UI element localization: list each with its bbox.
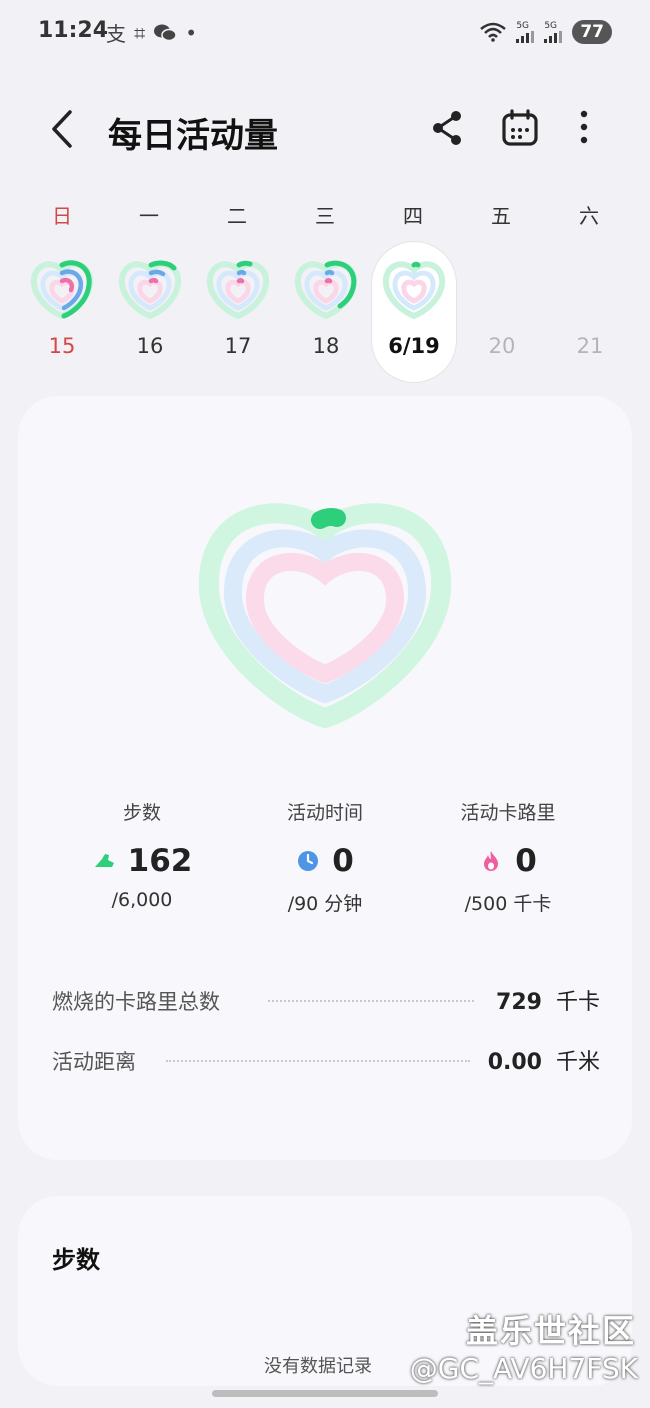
dot-icon: • — [185, 20, 198, 45]
scan-icon: ⌗ — [134, 20, 146, 45]
calendar-icon[interactable] — [500, 108, 540, 148]
activity-heart-icon — [382, 261, 446, 320]
activity-summary-card: 步数 162 /6,000 活动时间 0 /90 分钟 活动卡路里 0 /500… — [18, 396, 632, 1160]
flame-icon — [484, 851, 499, 871]
signal-bars-icon — [516, 31, 535, 43]
alipay-icon: 支 — [106, 22, 126, 46]
home-indicator[interactable] — [212, 1390, 438, 1397]
shoe-icon — [94, 854, 114, 867]
weekday-sun: 日 — [52, 204, 72, 228]
back-icon[interactable] — [48, 108, 80, 150]
activity-heart-icon — [294, 260, 358, 320]
steps-stat-label: 步数 — [122, 802, 161, 824]
steps-stat[interactable]: 步数 162 /6,000 — [47, 798, 237, 911]
activity-rings-heart — [198, 503, 452, 729]
active-time-label: 活动时间 — [286, 802, 363, 824]
active-calories-label: 活动卡路里 — [460, 802, 556, 824]
active-time-value: 0 — [332, 843, 354, 879]
steps-goal: /6,000 — [111, 889, 173, 911]
day-21: 21 — [548, 250, 632, 380]
day-20: 20 — [460, 250, 544, 380]
active-time-goal: /90 分钟 — [287, 893, 363, 915]
total-calories-label: 燃烧的卡路里总数 — [52, 990, 220, 1014]
page-title: 每日活动量 — [108, 116, 278, 156]
day-15[interactable]: 15 — [20, 250, 104, 380]
weekday-mon: 一 — [139, 204, 159, 228]
active-calories-stat[interactable]: 活动卡路里 0 /500 千卡 — [413, 798, 603, 916]
signal-bars-icon — [544, 31, 563, 43]
day-label: 6/19 — [388, 334, 440, 358]
total-calories-value: 729 千卡 — [496, 990, 600, 1015]
day-label: 20 — [488, 334, 516, 358]
day-19-selected[interactable]: 6/19 — [372, 242, 456, 382]
active-calories-value: 0 — [515, 843, 537, 879]
wechat-icon — [154, 24, 178, 41]
dotted-leader — [268, 1000, 474, 1002]
notification-icons: 支 ⌗ • — [106, 18, 197, 47]
weekday-sat: 六 — [579, 204, 599, 228]
total-calories-row: 燃烧的卡路里总数 729 千卡 — [52, 980, 600, 1020]
signal-1: 5G — [516, 21, 535, 43]
signal-2: 5G — [544, 21, 563, 43]
wifi-icon — [480, 22, 507, 42]
activity-heart-icon — [206, 260, 270, 320]
battery-badge: 77 — [572, 20, 612, 44]
day-label: 15 — [48, 334, 76, 358]
active-calories-goal: /500 千卡 — [464, 893, 552, 915]
day-selector: 15 16 17 18 6/19 20 21 — [0, 242, 650, 382]
weekday-fri: 五 — [491, 204, 511, 228]
status-bar: 11:24 支 ⌗ • 5G 5G 77 — [0, 0, 650, 64]
day-label: 21 — [576, 334, 604, 358]
day-17[interactable]: 17 — [196, 250, 280, 380]
active-distance-label: 活动距离 — [52, 1050, 136, 1074]
weekday-header: 日 一 二 三 四 五 六 — [0, 200, 650, 230]
active-distance-value: 0.00 千米 — [487, 1050, 600, 1075]
active-distance-row: 活动距离 0.00 千米 — [52, 1040, 600, 1080]
share-icon[interactable] — [428, 108, 468, 148]
watermark-handle: @GC_AV6H7FSK — [409, 1352, 638, 1385]
day-label: 17 — [224, 334, 252, 358]
steps-card-title: 步数 — [52, 1246, 100, 1274]
status-time: 11:24 — [38, 18, 109, 43]
weekday-wed: 三 — [315, 204, 335, 228]
weekday-tue: 二 — [227, 204, 247, 228]
activity-heart-icon — [118, 260, 182, 320]
system-icons: 5G 5G 77 — [480, 20, 612, 44]
steps-value: 162 — [127, 843, 193, 879]
activity-heart-icon — [30, 260, 94, 320]
watermark-title: 盖乐世社区 — [465, 1312, 636, 1350]
active-time-stat[interactable]: 活动时间 0 /90 分钟 — [230, 798, 420, 916]
weekday-thu: 四 — [403, 204, 423, 228]
day-16[interactable]: 16 — [108, 250, 192, 380]
day-18[interactable]: 18 — [284, 250, 368, 380]
day-label: 18 — [312, 334, 340, 358]
app-header: 每日活动量 — [0, 80, 650, 180]
no-data-text: 没有数据记录 — [264, 1356, 372, 1377]
day-label: 16 — [136, 334, 164, 358]
dotted-leader — [166, 1060, 470, 1062]
more-options-icon[interactable] — [564, 108, 604, 148]
clock-icon — [298, 851, 319, 871]
